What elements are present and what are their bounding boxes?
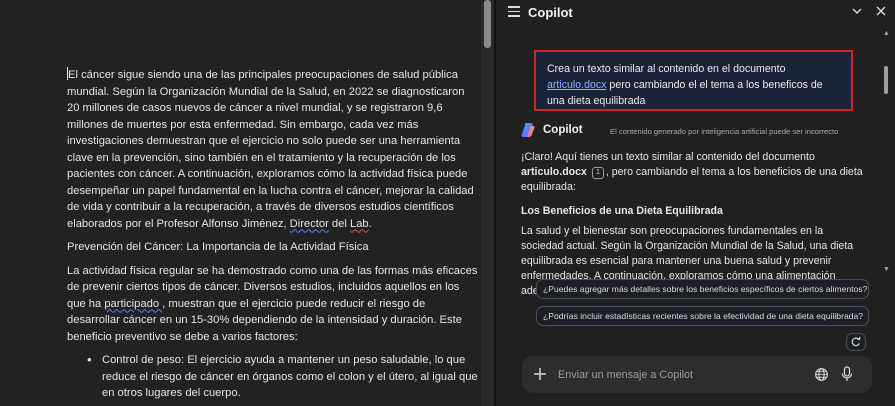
document-link[interactable]: articulo.docx (547, 79, 606, 91)
response-doc-name: articulo.docx (521, 166, 587, 178)
grammar-underline-participado: participado (104, 297, 163, 310)
copilot-logo-icon (521, 123, 535, 137)
spelling-underline-lab: Lab (349, 217, 369, 230)
doc-paragraph-1: El cáncer sigue siendo una de las princi… (67, 67, 474, 230)
suggestion-chip[interactable]: ¿Puedes agregar más detalles sobre los b… (536, 279, 869, 299)
ai-disclaimer: El contenido generado por inteligencia a… (610, 127, 839, 136)
citation-badge[interactable]: 1 (591, 167, 604, 179)
copilot-scrollbar-thumb[interactable] (884, 66, 888, 94)
user-message-bubble: Crea un texto similar al contenido en el… (534, 50, 853, 111)
copilot-scrollbar[interactable]: ▲ ▼ (881, 30, 891, 275)
copilot-header: Copilot (496, 0, 895, 26)
scroll-down-arrow-icon[interactable]: ▼ (883, 266, 890, 273)
doc-bullet-item: Control de peso: El ejercicio ayuda a ma… (67, 352, 479, 402)
response-heading: Los Beneficios de una Dieta Equilibrada (521, 205, 723, 217)
document-scrollbar-thumb[interactable] (484, 0, 491, 48)
suggestion-chip[interactable]: ¿Podrías incluir estadísticas recientes … (536, 306, 869, 326)
document-scrollbar[interactable] (481, 0, 494, 406)
chevron-down-icon[interactable] (851, 5, 863, 17)
copilot-title: Copilot (528, 5, 573, 20)
response-intro: ¡Claro! Aquí tienes un texto similar al … (521, 151, 863, 193)
scroll-up-arrow-icon[interactable]: ▲ (883, 30, 890, 37)
message-composer (522, 356, 872, 393)
microphone-icon[interactable] (840, 366, 854, 383)
globe-icon[interactable] (814, 367, 829, 382)
message-input[interactable] (558, 365, 808, 385)
grammar-underline-director: Director (289, 217, 329, 230)
close-icon[interactable] (874, 4, 888, 18)
doc-heading-prevencion: Prevención del Cáncer: La Importancia de… (67, 241, 369, 253)
doc-bullet-list: Control de peso: El ejercicio ayuda a ma… (67, 352, 479, 402)
copilot-pane: Copilot ▲ ▼ Crea un texto similar al con… (496, 0, 895, 406)
document-pane[interactable]: El cáncer sigue siendo una de las princi… (0, 0, 481, 406)
plus-icon[interactable] (532, 366, 548, 382)
document-body[interactable]: El cáncer sigue siendo una de las princi… (67, 67, 479, 402)
refresh-suggestions-button[interactable] (846, 333, 866, 351)
doc-paragraph-3: La actividad física regular se ha demost… (67, 264, 478, 343)
copilot-brand-name: Copilot (543, 124, 583, 136)
refresh-icon (851, 336, 861, 347)
hamburger-menu-icon[interactable] (508, 6, 520, 17)
